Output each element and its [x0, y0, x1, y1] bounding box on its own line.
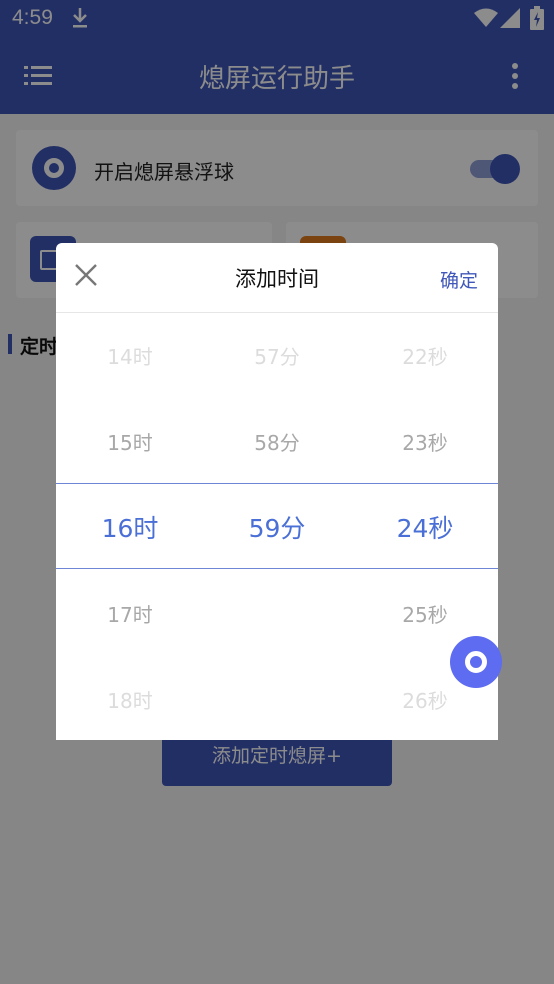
- wheel-item: 58分: [254, 431, 300, 455]
- minute-wheel[interactable]: 57分 58分 59分: [203, 313, 351, 740]
- wheel-item: 25秒: [402, 603, 448, 627]
- wheel-item-selected: 59分: [248, 514, 306, 543]
- wheel-item: 15时: [107, 431, 153, 455]
- wheel-item: 17时: [107, 603, 153, 627]
- wheel-item: 22秒: [402, 345, 448, 369]
- wheel-item: 18时: [107, 689, 153, 713]
- wheel-item: 14时: [107, 345, 153, 369]
- hour-wheel[interactable]: 14时 15时 16时 17时 18时: [56, 313, 204, 740]
- wheel-item-selected: 24秒: [396, 514, 454, 543]
- dialog-title: 添加时间: [235, 267, 319, 291]
- wheel-item: 23秒: [402, 431, 448, 455]
- wheel-item: 57分: [254, 345, 300, 369]
- wheel-item-selected: 16时: [101, 514, 159, 543]
- add-time-dialog: 添加时间 确定 14时 15时 16时 17时 18时 57分 58分 59分 …: [56, 243, 498, 740]
- floating-ball-button[interactable]: [450, 636, 502, 688]
- wheel-item: 26秒: [402, 689, 448, 713]
- confirm-button[interactable]: 确定: [440, 266, 478, 293]
